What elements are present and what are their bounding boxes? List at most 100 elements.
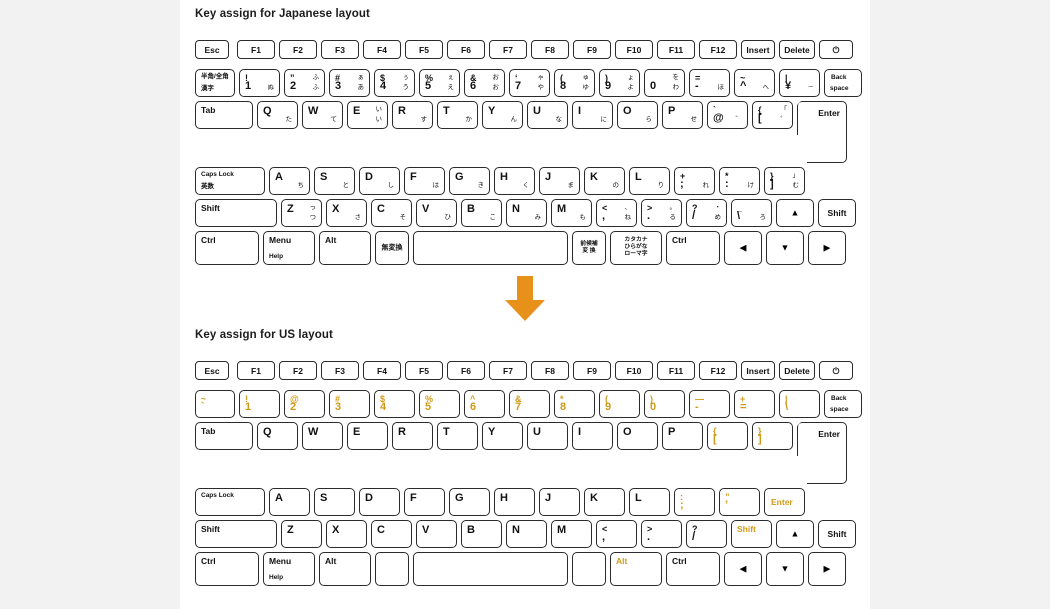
key-left-alt[interactable]: Alt — [319, 552, 371, 586]
key-h[interactable]: Hく — [494, 167, 535, 195]
key-f10[interactable]: F10 — [615, 40, 653, 59]
key-slash[interactable]: ? / — [686, 520, 727, 548]
key-5[interactable]: % 5 ぇえ — [419, 69, 460, 97]
key-f5[interactable]: F5 — [405, 40, 443, 59]
key-q[interactable]: Qた — [257, 101, 298, 129]
key-menu[interactable]: Menu Help — [263, 231, 315, 265]
key-f11[interactable]: F11 — [657, 361, 695, 380]
key-equals[interactable]: + = — [734, 390, 775, 418]
key-power[interactable]: ⏻ — [819, 40, 853, 59]
key-f4[interactable]: F4 — [363, 40, 401, 59]
key-w[interactable]: Wて — [302, 101, 343, 129]
key-f12[interactable]: F12 — [699, 40, 737, 59]
key-f1[interactable]: F1 — [237, 361, 275, 380]
key-blank-right[interactable] — [572, 552, 606, 586]
key-caps-lock[interactable]: Caps Lock 英数 — [195, 167, 265, 195]
key-arrow-down[interactable]: ▼ — [766, 231, 804, 265]
key-f9[interactable]: F9 — [573, 361, 611, 380]
key-z[interactable]: Z — [281, 520, 322, 548]
key-f4[interactable]: F4 — [363, 361, 401, 380]
key-y[interactable]: Yん — [482, 101, 523, 129]
key-c[interactable]: Cそ — [371, 199, 412, 227]
key-backspace[interactable]: Back space — [824, 390, 862, 418]
key-f11[interactable]: F11 — [657, 40, 695, 59]
key-p[interactable]: P — [662, 422, 703, 450]
key-arrow-down[interactable]: ▼ — [766, 552, 804, 586]
key-r[interactable]: Rす — [392, 101, 433, 129]
key-right-ctrl[interactable]: Ctrl — [666, 552, 720, 586]
key-esc[interactable]: Esc — [195, 361, 229, 380]
key-right-shift[interactable]: Shift — [818, 199, 856, 227]
key-u[interactable]: Uな — [527, 101, 568, 129]
key-quote[interactable]: ”’ — [719, 488, 760, 516]
key-left-ctrl[interactable]: Ctrl — [195, 231, 259, 265]
key-left-ctrl[interactable]: Ctrl — [195, 552, 259, 586]
key-k[interactable]: Kの — [584, 167, 625, 195]
key-7[interactable]: & 7 — [509, 390, 550, 418]
key-alt-remap[interactable]: Alt — [610, 552, 662, 586]
key-2[interactable]: @2 — [284, 390, 325, 418]
key-f5[interactable]: F5 — [405, 361, 443, 380]
key-f1[interactable]: F1 — [237, 40, 275, 59]
key-arrow-left[interactable]: ◀ — [724, 552, 762, 586]
key-r[interactable]: R — [392, 422, 433, 450]
key-arrow-right[interactable]: ▶ — [808, 231, 846, 265]
key-9[interactable]: ) 9 ょよ — [599, 69, 640, 97]
key-n[interactable]: N — [506, 520, 547, 548]
key-right-bracket[interactable]: }]」む — [764, 167, 805, 195]
key-d[interactable]: D — [359, 488, 400, 516]
key-9[interactable]: (9 — [599, 390, 640, 418]
key-colon[interactable]: *: け — [719, 167, 760, 195]
key-enter-remap[interactable]: Enter — [764, 488, 805, 516]
key-right-ctrl[interactable]: Ctrl — [666, 231, 720, 265]
key-6[interactable]: ^ 6 — [464, 390, 505, 418]
key-minus[interactable]: — - — [689, 390, 730, 418]
key-s[interactable]: S — [314, 488, 355, 516]
key-left-bracket[interactable]: {[「゜ — [752, 101, 793, 129]
key-s[interactable]: Sと — [314, 167, 355, 195]
key-shift-remap[interactable]: Shift — [731, 520, 772, 548]
key-t[interactable]: Tか — [437, 101, 478, 129]
key-henkan[interactable]: 前候補変 換 — [572, 231, 606, 265]
key-enter[interactable]: Enter — [797, 422, 847, 484]
key-blank-left[interactable] — [375, 552, 409, 586]
key-0[interactable]: ) 0 — [644, 390, 685, 418]
key-arrow-up[interactable]: ▲ — [776, 520, 814, 548]
key-f6[interactable]: F6 — [447, 361, 485, 380]
key-left-shift[interactable]: Shift — [195, 199, 277, 227]
key-o[interactable]: Oら — [617, 101, 658, 129]
key-semicolon[interactable]: +; れ — [674, 167, 715, 195]
key-l[interactable]: L — [629, 488, 670, 516]
key-3[interactable]: #3 ぁあ — [329, 69, 370, 97]
key-caps-lock[interactable]: Caps Lock — [195, 488, 265, 516]
key-space[interactable] — [413, 231, 568, 265]
key-1[interactable]: ! 1 — [239, 390, 280, 418]
key-enter[interactable]: Enter — [797, 101, 847, 163]
key-t[interactable]: T — [437, 422, 478, 450]
key-backslash[interactable]: | \ — [779, 390, 820, 418]
key-f10[interactable]: F10 — [615, 361, 653, 380]
key-m[interactable]: Mも — [551, 199, 592, 227]
key-period[interactable]: >.。る — [641, 199, 682, 227]
key-x[interactable]: Xさ — [326, 199, 367, 227]
key-muhenkan[interactable]: 無変換 — [375, 231, 409, 265]
key-yen[interactable]: | ¥ － — [779, 69, 820, 97]
key-k[interactable]: K — [584, 488, 625, 516]
key-delete[interactable]: Delete — [779, 361, 815, 380]
key-tab[interactable]: Tab — [195, 101, 253, 129]
key-d[interactable]: Dし — [359, 167, 400, 195]
key-w[interactable]: W — [302, 422, 343, 450]
key-g[interactable]: G — [449, 488, 490, 516]
key-slash[interactable]: ? / ・め — [686, 199, 727, 227]
key-1[interactable]: ! 1 ぬ — [239, 69, 280, 97]
key-f3[interactable]: F3 — [321, 361, 359, 380]
key-u[interactable]: U — [527, 422, 568, 450]
key-period[interactable]: >. — [641, 520, 682, 548]
key-arrow-up[interactable]: ▲ — [776, 199, 814, 227]
key-4[interactable]: $4 — [374, 390, 415, 418]
key-f[interactable]: Fは — [404, 167, 445, 195]
key-backspace[interactable]: Back space — [824, 69, 862, 97]
key-m[interactable]: M — [551, 520, 592, 548]
key-caret[interactable]: ~ ^ へ — [734, 69, 775, 97]
key-v[interactable]: Vひ — [416, 199, 457, 227]
